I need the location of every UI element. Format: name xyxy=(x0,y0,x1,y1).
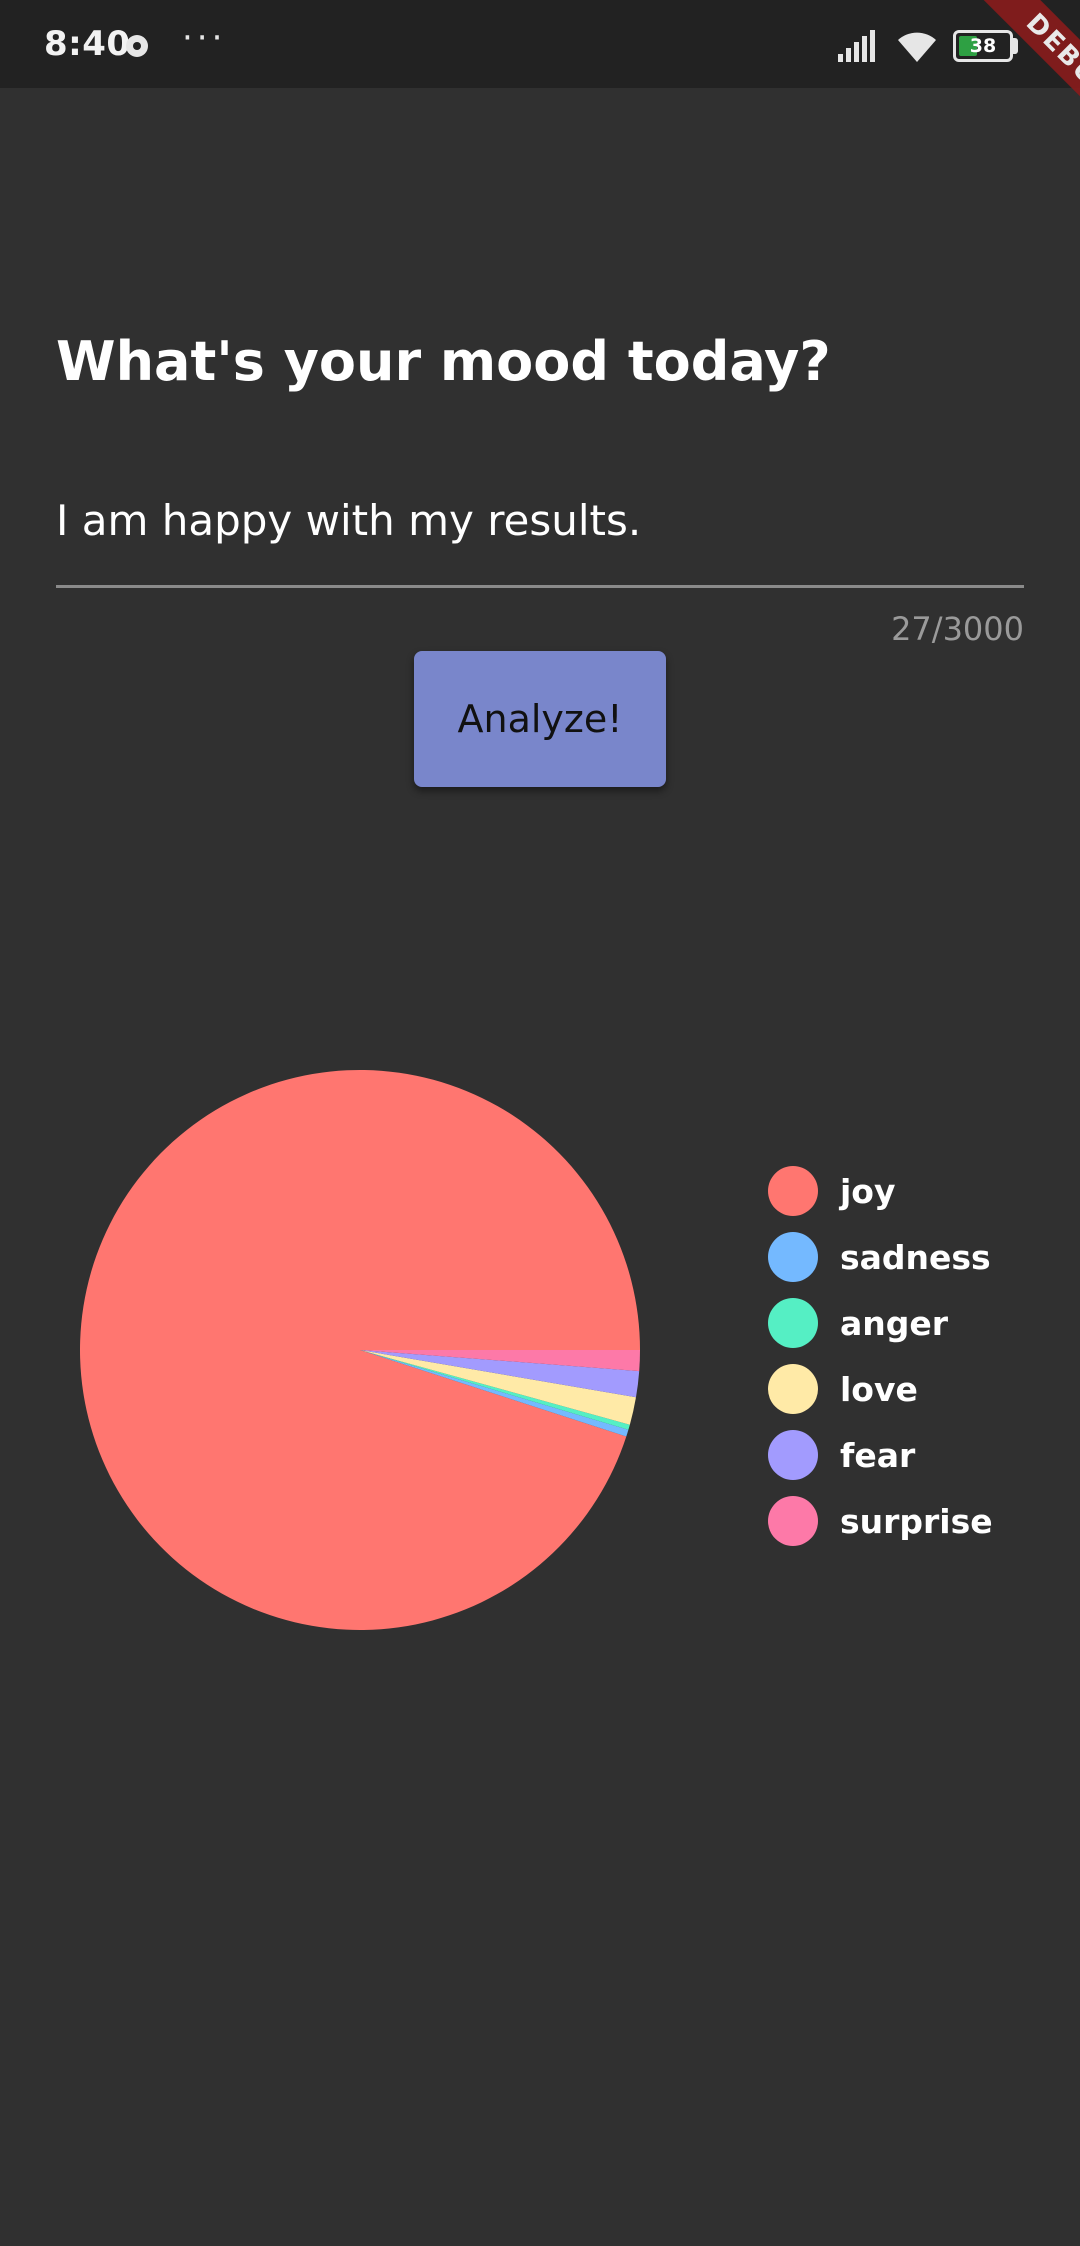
input-underline xyxy=(56,585,1024,588)
legend-item-surprise: surprise xyxy=(768,1488,1068,1554)
legend-label-surprise: surprise xyxy=(840,1501,993,1541)
signal-icon xyxy=(838,30,875,62)
emotion-pie-chart xyxy=(80,1070,641,1630)
battery-icon: 38 xyxy=(953,30,1013,62)
legend-label-love: love xyxy=(840,1369,918,1409)
legend-label-sadness: sadness xyxy=(840,1237,991,1277)
legend-swatch-anger xyxy=(768,1298,818,1348)
media-icon xyxy=(126,35,148,57)
legend-swatch-sadness xyxy=(768,1232,818,1282)
legend-item-anger: anger xyxy=(768,1290,1068,1356)
legend-label-anger: anger xyxy=(840,1303,949,1343)
legend-swatch-joy xyxy=(768,1166,818,1216)
legend-swatch-surprise xyxy=(768,1496,818,1546)
analyze-button[interactable]: Analyze! xyxy=(414,651,666,787)
status-bar: 8:40 ··· 38 xyxy=(0,0,1080,88)
battery-level: 38 xyxy=(969,35,997,57)
legend-swatch-love xyxy=(768,1364,818,1414)
legend-item-fear: fear xyxy=(768,1422,1068,1488)
wifi-icon xyxy=(898,32,936,62)
legend-item-love: love xyxy=(768,1356,1068,1422)
chart-legend: joy sadness anger love fear surprise xyxy=(768,1158,1068,1554)
more-notifications-icon: ··· xyxy=(182,18,227,58)
page-title: What's your mood today? xyxy=(56,330,831,393)
legend-item-sadness: sadness xyxy=(768,1224,1068,1290)
legend-label-joy: joy xyxy=(840,1171,896,1211)
legend-label-fear: fear xyxy=(840,1435,916,1475)
legend-swatch-fear xyxy=(768,1430,818,1480)
mood-input[interactable] xyxy=(56,480,1024,560)
char-counter: 27/3000 xyxy=(891,610,1024,648)
status-time: 8:40 xyxy=(44,24,131,64)
battery-tip xyxy=(1013,38,1018,54)
legend-item-joy: joy xyxy=(768,1158,1068,1224)
